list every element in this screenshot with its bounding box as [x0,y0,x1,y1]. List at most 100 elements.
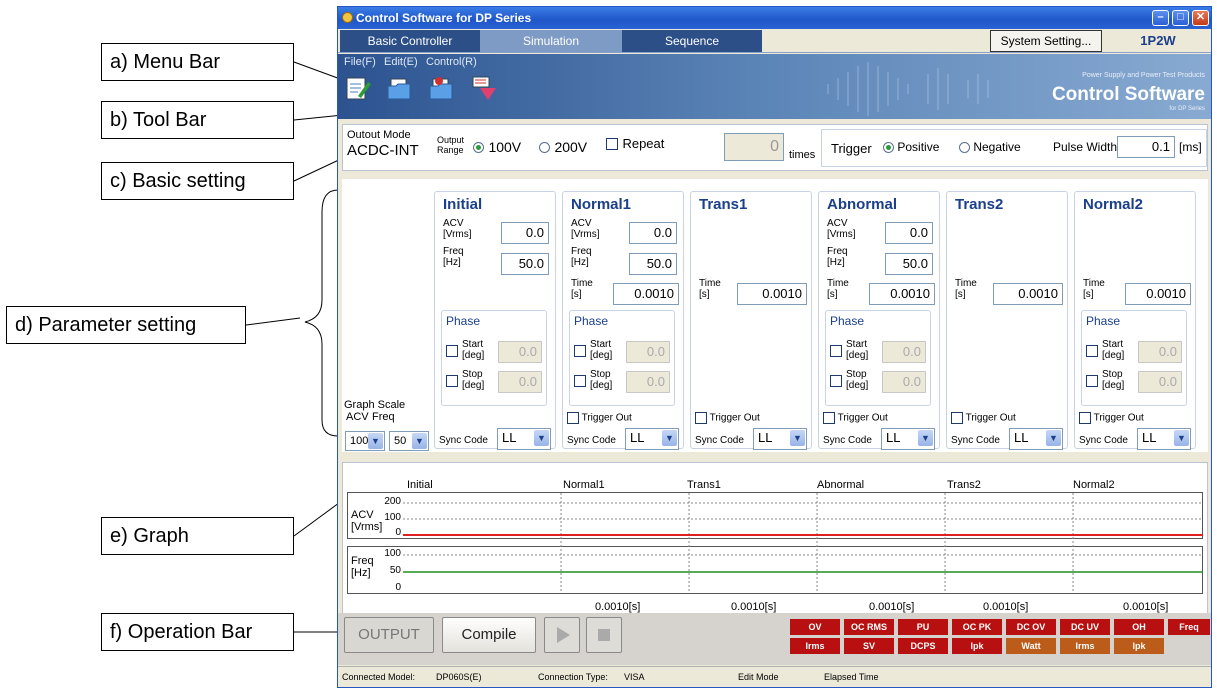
compile-button[interactable]: Compile [442,617,536,653]
connection-value: VISA [624,672,645,682]
phase-start-input[interactable]: 0.0 [498,341,542,363]
range-100-radio[interactable]: 100V [473,139,521,157]
phase-start-checkbox[interactable] [1086,345,1098,357]
checkbox-icon [823,412,835,424]
operation-bar: OUTPUT Compile OV OC RMS PU OC PK DC OV … [338,613,1211,665]
tab-basic-controller[interactable]: Basic Controller [340,30,480,52]
play-button[interactable] [544,617,580,653]
acv-input[interactable]: 0.0 [885,222,933,244]
system-setting-button[interactable]: System Setting... [990,30,1102,52]
sync-code-select[interactable]: LL ▼ [753,428,807,450]
graph-scale-acv-select[interactable]: 100 ▼ [345,431,385,451]
tab-simulation[interactable]: Simulation [480,30,622,52]
brand-series: for DP Series [1169,106,1205,112]
chevron-down-icon: ▼ [368,433,383,449]
radio-dot-icon [883,142,894,154]
time-input[interactable]: 0.0010 [1125,283,1191,305]
phase-start-checkbox[interactable] [830,345,842,357]
output-button[interactable]: OUTPUT [344,617,434,653]
stop-label: Stop [deg] [462,369,485,391]
graph-panel: Initial Normal1 Trans1 Abnormal Trans2 N… [342,462,1208,617]
trigger-out-checkbox[interactable]: Trigger Out [1079,412,1144,424]
stop-label: Stop [deg] [590,369,613,391]
time-label: Time [s] [699,278,721,300]
time-input[interactable]: 0.0010 [869,283,935,305]
minimize-button[interactable]: – [1152,10,1169,26]
chevron-down-icon: ▼ [412,433,427,449]
menu-file[interactable]: File(F) [344,56,376,68]
phase-group: Phase Start [deg] 0.0 Stop [deg] 0.0 [825,310,931,406]
sync-code-select[interactable]: LL ▼ [497,428,551,450]
step-title: Abnormal [827,196,898,213]
phase-start-input[interactable]: 0.0 [626,341,670,363]
indicator-dc-ov: DC OV [1006,619,1056,635]
sync-code-select[interactable]: LL ▼ [881,428,935,450]
open-folder-icon[interactable] [386,74,414,102]
pulse-width-input[interactable]: 0.1 [1117,136,1175,158]
checkbox-icon [1079,412,1091,424]
phase-stop-input[interactable]: 0.0 [1138,371,1182,393]
sync-code-label: Sync Code [695,435,744,446]
chevron-down-icon: ▼ [1174,430,1189,446]
sync-code-select[interactable]: LL ▼ [1137,428,1191,450]
indicator-pu: PU [898,619,948,635]
step-normal1: Normal1 ACV [Vrms] 0.0 Freq [Hz] 50.0 Time… [562,191,684,450]
step-trans2: Trans2 Time [s] 0.0010 Trigger Out Sync C… [946,191,1068,450]
phase-stop-checkbox[interactable] [574,375,586,387]
repeat-checkbox[interactable]: Repeat [606,135,664,153]
radio-dot-icon [959,142,970,154]
tab-sequence[interactable]: Sequence [622,30,762,52]
indicator-dc-uv: DC UV [1060,619,1110,635]
menu-control[interactable]: Control(R) [426,56,477,68]
stop-label: Stop [deg] [1102,369,1125,391]
time-label: Time [s] [571,278,593,300]
phase-start-checkbox[interactable] [574,345,586,357]
phase-start-input[interactable]: 0.0 [1138,341,1182,363]
phase-stop-input[interactable]: 0.0 [498,371,542,393]
parameter-setting-panel: Graph Scale ACV Freq 100 ▼ 50 ▼ Initial AC… [342,179,1208,452]
phase-stop-input[interactable]: 0.0 [626,371,670,393]
close-button[interactable]: ✕ [1192,10,1209,26]
freq-input[interactable]: 50.0 [629,253,677,275]
save-icon[interactable] [428,74,456,102]
time-input[interactable]: 0.0010 [737,283,807,305]
sync-code-select[interactable]: LL ▼ [625,428,679,450]
window-title: Control Software for DP Series [356,11,532,25]
acv-input[interactable]: 0.0 [629,222,677,244]
range-200-radio[interactable]: 200V [539,139,587,157]
trigger-out-checkbox[interactable]: Trigger Out [695,412,760,424]
phase-stop-input[interactable]: 0.0 [882,371,926,393]
graph-plot [403,493,1203,593]
sync-code-select[interactable]: LL ▼ [1009,428,1063,450]
sync-code-label: Sync Code [1079,435,1128,446]
trigger-out-checkbox[interactable]: Trigger Out [951,412,1016,424]
phase-start-checkbox[interactable] [446,345,458,357]
app-window: Control Software for DP Series – □ ✕ Bas… [337,6,1212,688]
repeat-count-input[interactable]: 0 [724,133,784,161]
checkbox-icon [567,412,579,424]
time-input[interactable]: 0.0010 [613,283,679,305]
trigger-negative-radio[interactable]: Negative [959,140,1021,154]
time-input[interactable]: 0.0010 [993,283,1063,305]
run-tool-icon[interactable] [470,74,498,102]
stop-button[interactable] [586,617,622,653]
indicator-ipk-2: Ipk [1114,638,1164,654]
sync-code-label: Sync Code [567,435,616,446]
output-range-label: Output Range [437,135,465,155]
phase-stop-checkbox[interactable] [446,375,458,387]
phase-stop-checkbox[interactable] [830,375,842,387]
menu-edit[interactable]: Edit(E) [384,56,418,68]
acv-input[interactable]: 0.0 [501,222,549,244]
edit-icon[interactable] [344,74,372,102]
trigger-out-checkbox[interactable]: Trigger Out [823,412,888,424]
trigger-out-checkbox[interactable]: Trigger Out [567,412,632,424]
connection-label: Connection Type: [538,672,608,682]
freq-input[interactable]: 50.0 [885,253,933,275]
phase-stop-checkbox[interactable] [1086,375,1098,387]
freq-input[interactable]: 50.0 [501,253,549,275]
graph-scale-freq-select[interactable]: 50 ▼ [389,431,429,451]
graph-scale-acv-label: ACV [346,411,369,423]
phase-start-input[interactable]: 0.0 [882,341,926,363]
trigger-positive-radio[interactable]: Positive [883,140,939,154]
maximize-button[interactable]: □ [1172,10,1189,26]
